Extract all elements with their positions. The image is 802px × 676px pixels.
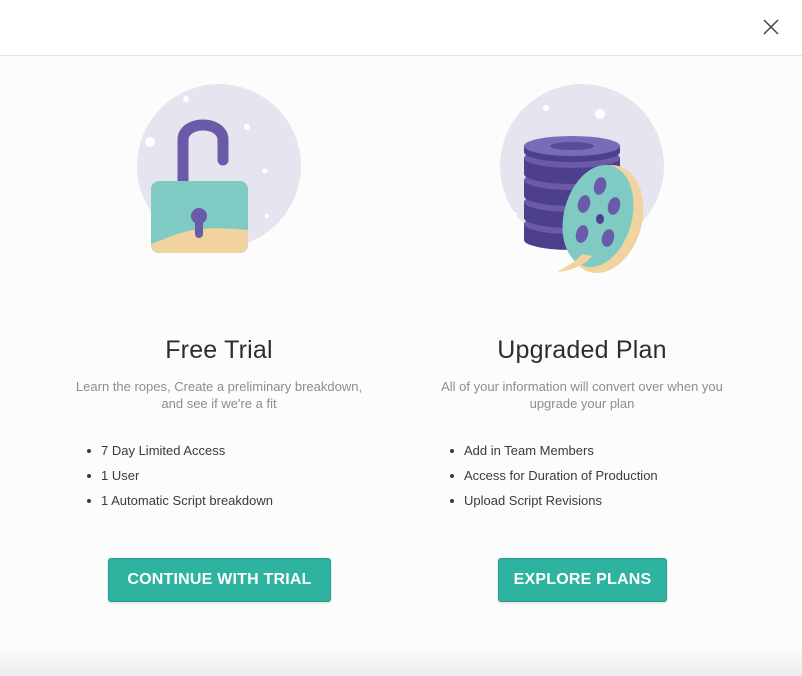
plan-card-upgraded: Upgraded Plan All of your information wi… <box>432 56 732 676</box>
continue-with-trial-button[interactable]: CONTINUE WITH TRIAL <box>108 558 331 602</box>
modal-header <box>0 0 802 56</box>
plan-title: Upgraded Plan <box>497 336 667 364</box>
feature-item: 7 Day Limited Access <box>87 442 381 467</box>
feature-list: 7 Day Limited Access 1 User 1 Automatic … <box>87 442 381 517</box>
plan-title: Free Trial <box>165 336 273 364</box>
explore-plans-button[interactable]: EXPLORE PLANS <box>498 558 667 602</box>
close-icon[interactable] <box>760 16 782 38</box>
film-reel-stack-icon <box>482 84 682 284</box>
unlocked-padlock-icon <box>119 84 319 284</box>
feature-item: Upload Script Revisions <box>450 492 744 517</box>
feature-item: Add in Team Members <box>450 442 744 467</box>
plan-description: All of your information will convert ove… <box>441 379 723 411</box>
modal-body: Free Trial Learn the ropes, Create a pre… <box>0 56 802 676</box>
feature-item: Access for Duration of Production <box>450 467 744 492</box>
feature-item: 1 Automatic Script breakdown <box>87 492 381 517</box>
bottom-shadow <box>0 646 802 676</box>
plan-card-free-trial: Free Trial Learn the ropes, Create a pre… <box>69 56 369 676</box>
feature-list: Add in Team Members Access for Duration … <box>450 442 744 517</box>
upgrade-modal: Free Trial Learn the ropes, Create a pre… <box>0 0 802 676</box>
feature-item: 1 User <box>87 467 381 492</box>
plan-description: Learn the ropes, Create a preliminary br… <box>75 379 363 411</box>
